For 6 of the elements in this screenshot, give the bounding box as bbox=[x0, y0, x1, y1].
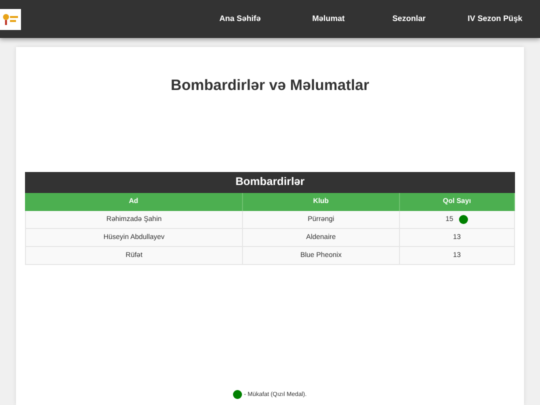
nav-link[interactable]: Məlumat bbox=[289, 13, 368, 25]
nav-link[interactable]: Sezonlar bbox=[368, 13, 450, 25]
nav-link[interactable]: Ana Səhifə bbox=[191, 13, 289, 25]
nav-link[interactable]: IV Sezon Püşk bbox=[450, 13, 540, 25]
table-title: Bombardirlər bbox=[25, 172, 515, 193]
page-title: Bombardirlər və Məlumatlar bbox=[170, 76, 370, 95]
